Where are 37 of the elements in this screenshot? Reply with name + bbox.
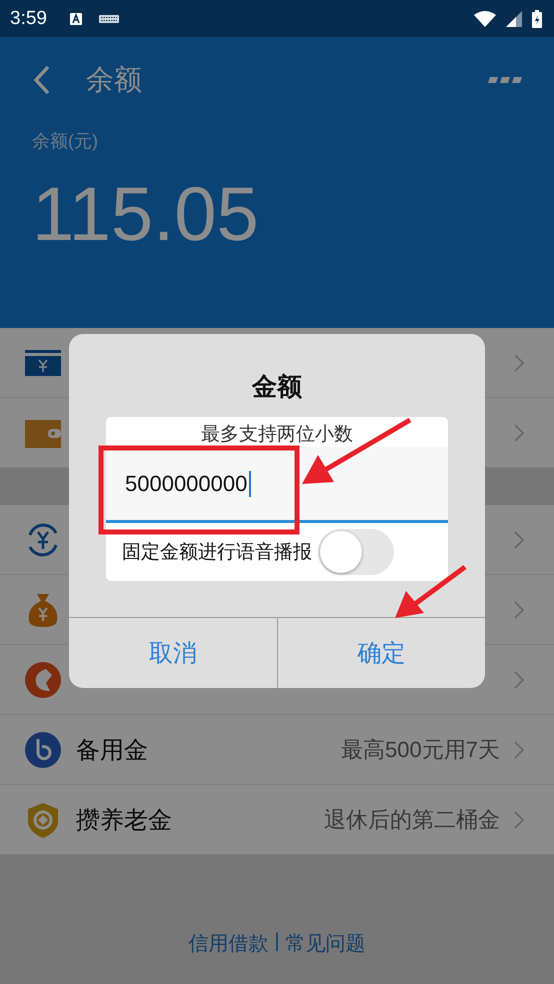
chevron-icon — [514, 810, 524, 828]
circle-icon — [24, 660, 62, 698]
wifi-icon — [474, 10, 496, 26]
dialog-title: 金额 — [252, 372, 302, 403]
list-row[interactable]: 攒养老金 退休后的第二桶金 — [0, 785, 554, 855]
arrow — [395, 564, 466, 618]
toggle-label: 固定金额进行语音播报 — [122, 541, 312, 565]
chevron-icon — [514, 530, 524, 548]
balance-amount: 115.05 — [32, 177, 260, 253]
back-icon[interactable] — [32, 65, 52, 95]
hint-text: 最多支持两位小数 — [200, 423, 354, 447]
chevron-icon — [514, 424, 524, 442]
row-title: 备用金 — [76, 736, 148, 766]
footer-link[interactable]: 常见问题 — [286, 930, 366, 957]
cancel-button[interactable]: 取消 — [69, 618, 276, 688]
row-subtitle: 最高500元用7天 — [341, 736, 500, 764]
keyboard-letter-icon — [68, 12, 83, 26]
amount-field[interactable]: 5000000000 — [106, 447, 448, 523]
list-row[interactable]: 备用金 最高500元用7天 — [0, 715, 554, 785]
row-subtitle: 退休后的第二桶金 — [324, 806, 500, 834]
signal-icon — [506, 10, 522, 26]
chevron-icon — [514, 354, 524, 372]
footer-link[interactable]: 信用借款 — [188, 930, 268, 957]
voice-switch[interactable] — [318, 529, 394, 575]
more-icon[interactable] — [488, 76, 524, 84]
row-title: 攒养老金 — [76, 806, 172, 836]
status-time: 3:59 — [10, 8, 47, 30]
battery-icon — [532, 10, 542, 28]
chevron-icon — [514, 670, 524, 688]
chevron-icon — [514, 600, 524, 618]
keyboard-icon — [98, 14, 119, 24]
confirm-button[interactable]: 确定 — [276, 618, 485, 688]
chevron-icon — [514, 740, 524, 758]
separator-text: | — [274, 930, 280, 954]
letter-circle-icon — [24, 730, 62, 768]
page-title: 余额 — [86, 63, 142, 97]
balance-label: 余额(元) — [32, 130, 99, 153]
